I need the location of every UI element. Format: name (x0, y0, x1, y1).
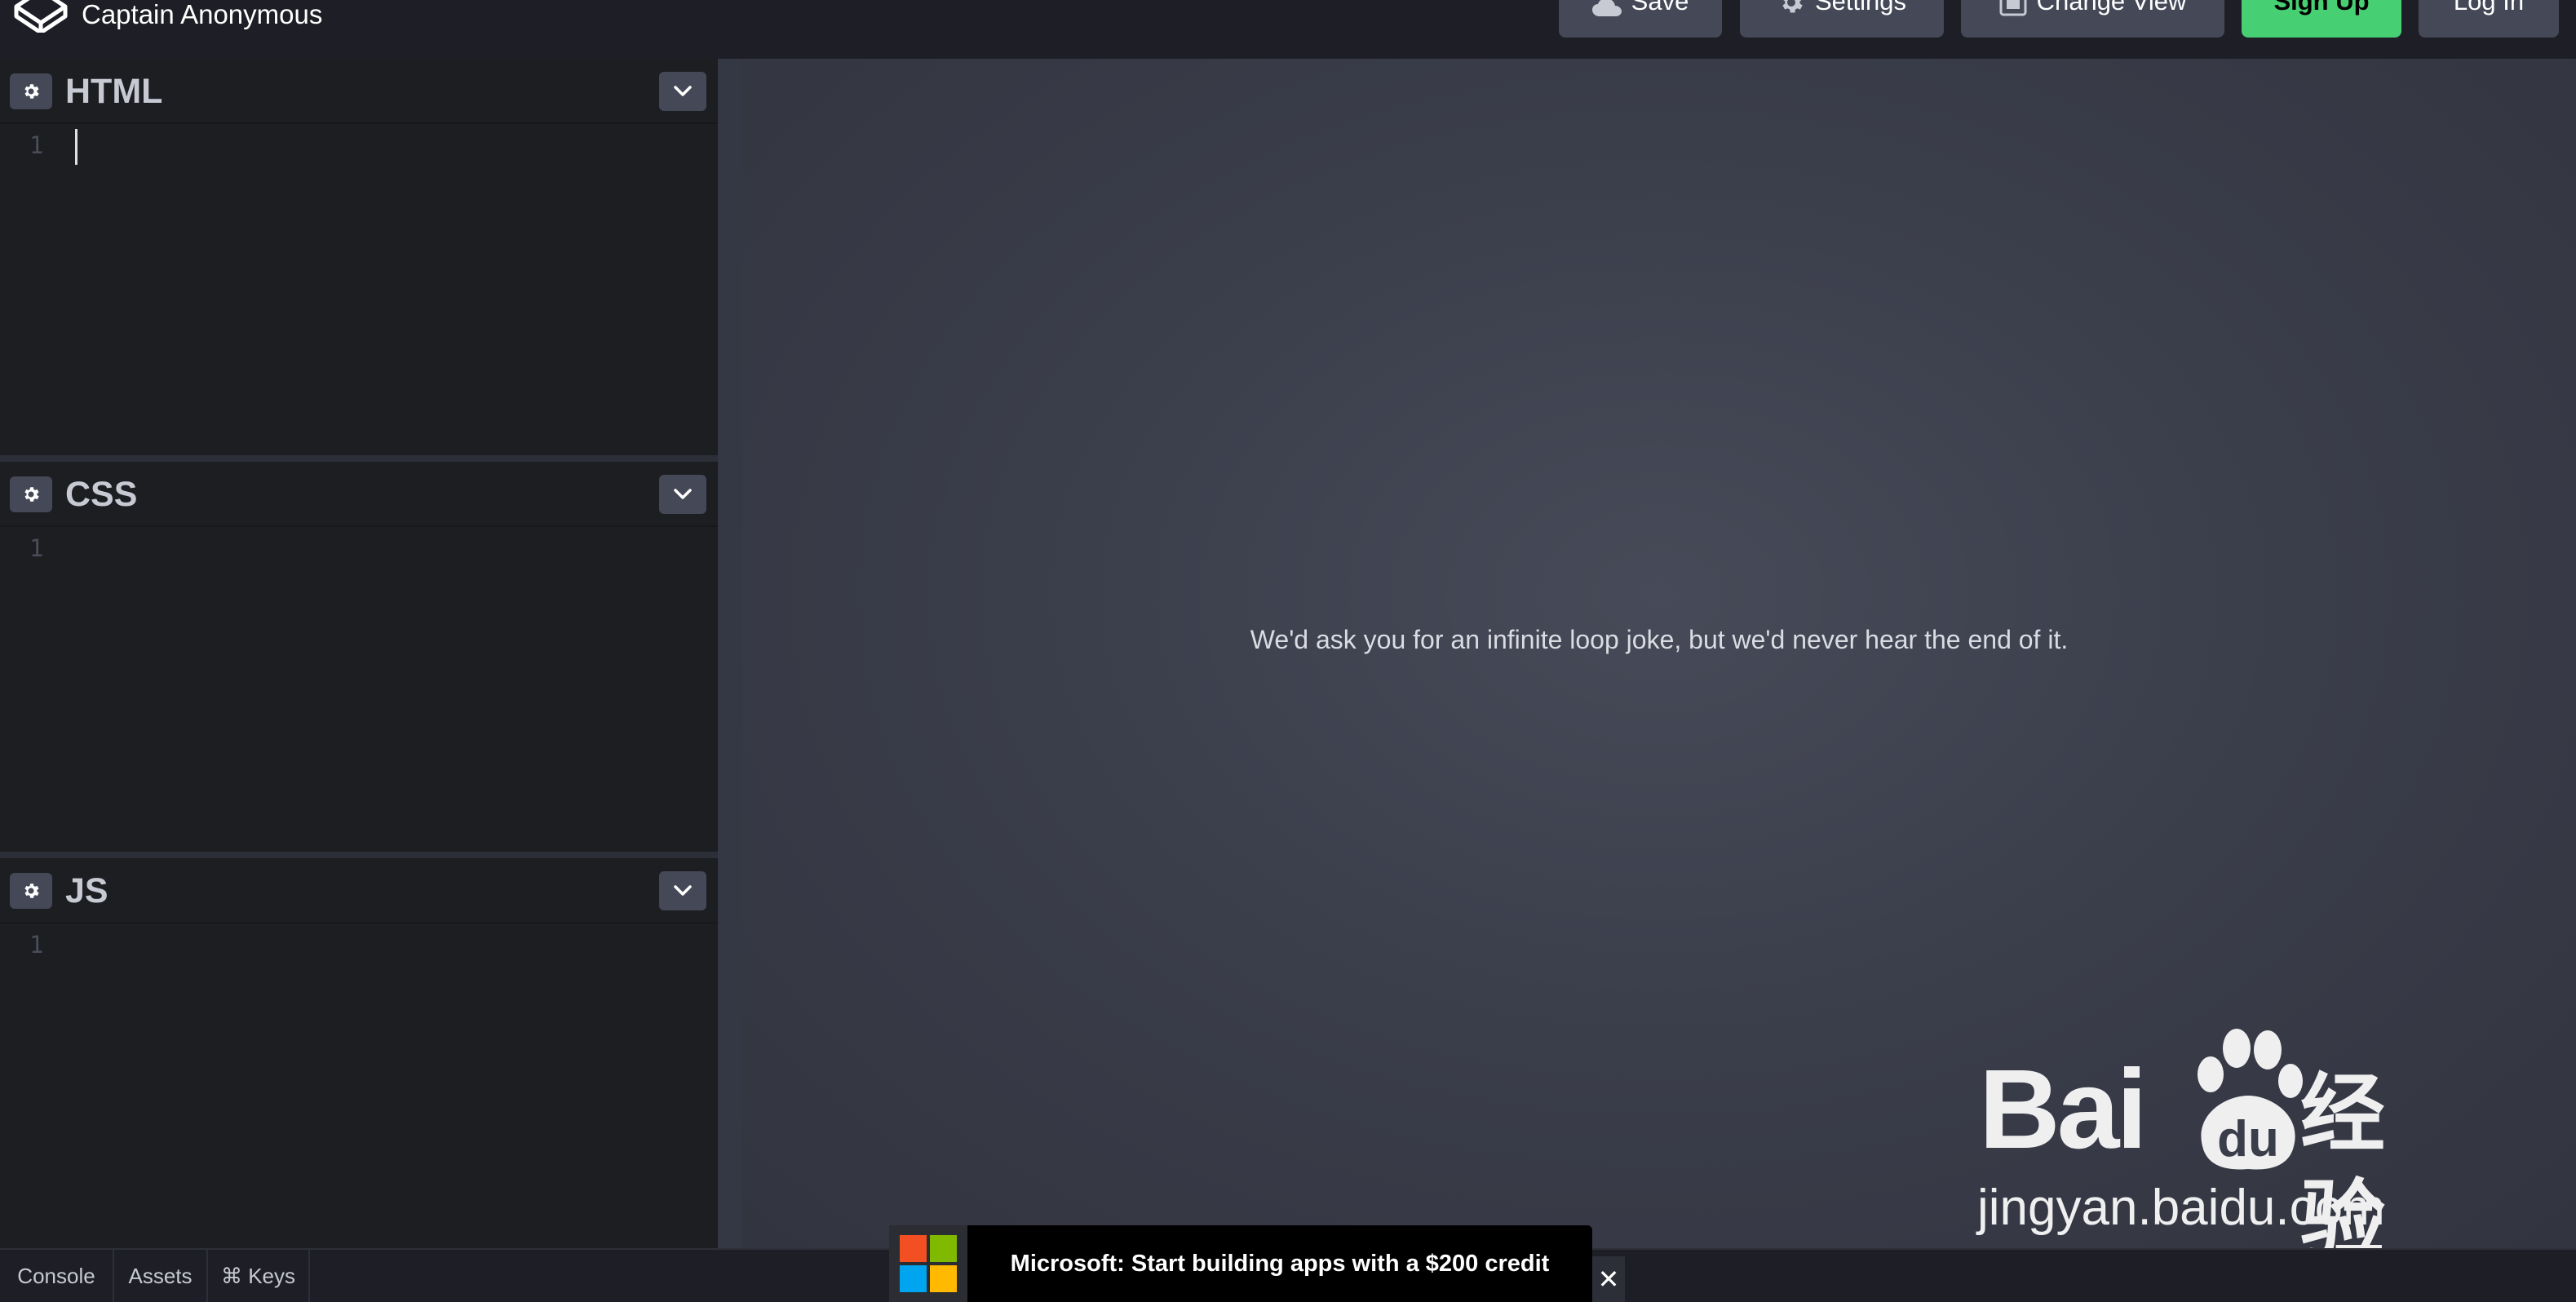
js-editor-settings-button[interactable] (10, 873, 52, 909)
ad-close-button[interactable]: ✕ (1592, 1256, 1625, 1302)
assets-button[interactable]: Assets (114, 1250, 208, 1302)
watermark-brand-bai: Bai (1979, 1047, 2148, 1172)
console-button[interactable]: Console (0, 1250, 114, 1302)
css-editor-header: CSS (0, 462, 718, 527)
line-number: 1 (29, 931, 44, 959)
gear-icon (1782, 0, 1803, 13)
editors-panel: HTML 1 CSS 1 JS 1 (0, 59, 718, 1248)
html-editor-settings-button[interactable] (10, 73, 52, 109)
js-editor-title: JS (65, 871, 108, 910)
ad-text[interactable]: Microsoft: Start building apps with a $2… (967, 1225, 1592, 1302)
codepen-logo-icon[interactable] (11, 0, 70, 33)
line-number: 1 (29, 534, 44, 562)
js-code-area[interactable]: 1 (0, 925, 718, 1248)
keys-button[interactable]: ⌘ Keys (208, 1250, 310, 1302)
css-editor-collapse-button[interactable] (659, 475, 706, 514)
gear-icon (24, 884, 39, 898)
resize-handle[interactable] (718, 59, 742, 1248)
css-editor-title: CSS (65, 475, 138, 514)
header: Captain Anonymous Save Settings Change V… (0, 0, 2576, 59)
chevron-down-icon (674, 885, 692, 896)
chevron-down-icon (674, 86, 692, 96)
preview-empty-message: We'd ask you for an infinite loop joke, … (1250, 625, 2069, 654)
js-editor-header: JS (0, 858, 718, 923)
chevron-down-icon (674, 489, 692, 499)
pen-title[interactable]: Captain Anonymous (82, 0, 322, 33)
html-editor-title: HTML (65, 72, 163, 111)
text-cursor (75, 129, 77, 165)
save-button[interactable]: Save (1559, 0, 1722, 38)
css-editor-settings-button[interactable] (10, 476, 52, 512)
baidu-paw-icon: du (2198, 1029, 2303, 1170)
css-code-area[interactable]: 1 (0, 529, 718, 852)
html-editor-collapse-button[interactable] (659, 72, 706, 111)
css-editor: CSS 1 (0, 455, 718, 852)
ad-logo (889, 1225, 967, 1302)
save-button-label: Save (1631, 0, 1689, 16)
cloud-icon (1591, 0, 1622, 16)
settings-button[interactable]: Settings (1740, 0, 1944, 38)
sign-up-button-label: Sign Up (2273, 0, 2370, 16)
js-editor-collapse-button[interactable] (659, 871, 706, 910)
layout-icon (1999, 0, 2027, 16)
js-editor: JS 1 (0, 852, 718, 1248)
change-view-button[interactable]: Change View (1961, 0, 2224, 38)
gear-icon (24, 84, 39, 99)
sign-up-button[interactable]: Sign Up (2242, 0, 2401, 38)
html-editor-header: HTML (0, 59, 718, 124)
settings-button-label: Settings (1814, 0, 1906, 16)
html-code-area[interactable]: 1 (0, 126, 718, 449)
baidu-watermark: Bai du 经验 jingyan.baidu.com (1974, 1024, 2447, 1268)
ad-banner[interactable]: Microsoft: Start building apps with a $2… (889, 1225, 1592, 1302)
log-in-button-label: Log In (2453, 0, 2525, 16)
line-number: 1 (29, 131, 44, 159)
html-editor: HTML 1 (0, 59, 718, 455)
watermark-url: jingyan.baidu.com (1977, 1180, 2385, 1236)
watermark-brand-du: du (2217, 1111, 2279, 1167)
watermark-brand-cn: 经验 (2300, 1067, 2386, 1268)
log-in-button[interactable]: Log In (2419, 0, 2559, 38)
close-icon: ✕ (1597, 1264, 1620, 1294)
change-view-button-label: Change View (2036, 0, 2187, 16)
microsoft-logo-icon (900, 1235, 957, 1292)
gear-icon (24, 487, 39, 502)
